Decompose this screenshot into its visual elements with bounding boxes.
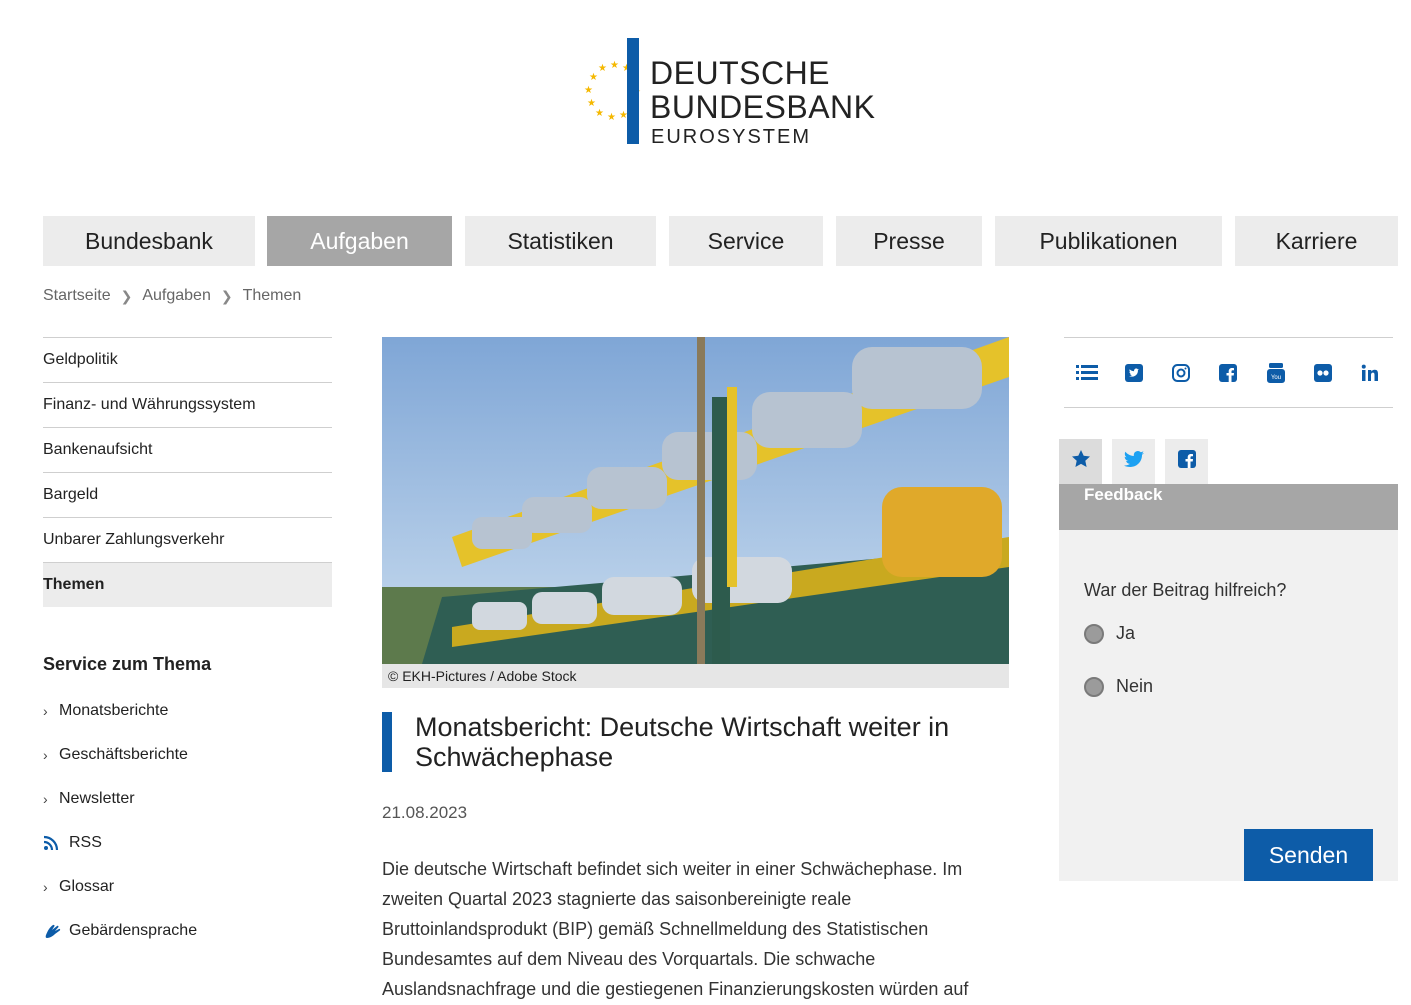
tab-twitter[interactable] (1112, 439, 1155, 484)
nav-item-aufgaben[interactable]: Aufgaben (267, 216, 452, 266)
chevron-right-icon: › (43, 879, 48, 895)
sidebar-item-finanz[interactable]: Finanz- und Währungssystem (43, 382, 332, 427)
chevron-right-icon: › (43, 747, 48, 763)
chevron-right-icon: › (43, 703, 48, 719)
chevron-right-icon: › (43, 791, 48, 807)
linkedin-icon[interactable] (1359, 362, 1381, 384)
service-item-newsletter[interactable]: › Newsletter (43, 777, 332, 821)
nav-item-presse[interactable]: Presse (836, 216, 982, 266)
logo-line3: EUROSYSTEM (651, 126, 812, 148)
image-credit: © EKH-Pictures / Adobe Stock (382, 664, 1009, 688)
breadcrumb-startseite[interactable]: Startseite (43, 287, 111, 305)
logo-line2: BUNDESBANK (650, 89, 876, 125)
nav-item-publikationen[interactable]: Publikationen (995, 216, 1222, 266)
radio-button[interactable] (1084, 676, 1104, 697)
svg-text:★: ★ (607, 112, 616, 123)
service-item-label: Monatsberichte (59, 702, 169, 719)
service-item-label: RSS (69, 834, 102, 851)
social-links: You (1064, 337, 1393, 408)
service-item-glossar[interactable]: › Glossar (43, 865, 332, 909)
article-date: 21.08.2023 (382, 803, 468, 822)
service-item-rss[interactable]: RSS (43, 821, 332, 865)
facebook-icon[interactable] (1217, 362, 1239, 384)
facebook-icon (1177, 450, 1196, 473)
star-icon (1071, 449, 1091, 474)
service-item-label: Gebärdensprache (69, 922, 198, 939)
radio-button[interactable] (1084, 623, 1104, 644)
article-hero-image (382, 337, 1009, 664)
breadcrumb: Startseite ❯ Aufgaben ❯ Themen (43, 287, 301, 305)
svg-text:★: ★ (598, 63, 607, 74)
sidebar-item-geldpolitik[interactable]: Geldpolitik (43, 337, 332, 382)
svg-text:★: ★ (610, 60, 619, 71)
radio-label: Nein (1116, 676, 1154, 696)
service-item-monatsberichte[interactable]: › Monatsberichte (43, 689, 332, 733)
service-section: Service zum Thema › Monatsberichte › Ges… (43, 654, 332, 953)
tab-facebook[interactable] (1165, 439, 1208, 484)
sidebar-item-bankenaufsicht[interactable]: Bankenaufsicht (43, 427, 332, 472)
nav-item-statistiken[interactable]: Statistiken (465, 216, 656, 266)
breadcrumb-aufgaben[interactable]: Aufgaben (142, 287, 211, 305)
youtube-icon[interactable]: You (1265, 362, 1287, 384)
sidebar-item-themen[interactable]: Themen (43, 562, 332, 607)
service-item-label: Glossar (59, 878, 115, 895)
list-icon[interactable] (1076, 362, 1098, 384)
service-item-label: Geschäftsberichte (59, 746, 188, 763)
bundesbank-logo[interactable]: ★ ★ ★ ★ ★ ★ ★ ★ ★ ★ ★ ★ DEUTSCHE BUNDESB… (578, 36, 875, 148)
nav-item-service[interactable]: Service (669, 216, 823, 266)
article-title: Monatsbericht: Deutsche Wirtschaft weite… (382, 712, 1012, 772)
twitter-icon[interactable] (1123, 362, 1145, 384)
flickr-icon[interactable] (1312, 362, 1334, 384)
feedback-panel: War der Beitrag hilfreich? Ja Nein Sende… (1059, 530, 1398, 881)
nav-item-bundesbank[interactable]: Bundesbank (43, 216, 255, 266)
svg-text:You: You (1271, 375, 1281, 381)
service-item-label: Newsletter (59, 790, 135, 807)
service-item-gebaerdensprache[interactable]: Gebärdensprache (43, 909, 332, 953)
sidebar-item-bargeld[interactable]: Bargeld (43, 472, 332, 517)
nav-item-karriere[interactable]: Karriere (1235, 216, 1398, 266)
chevron-right-icon: ❯ (120, 287, 133, 304)
logo-bar (627, 38, 639, 144)
article-body: Die deutsche Wirtschaft befindet sich we… (382, 859, 969, 999)
svg-text:★: ★ (595, 108, 604, 119)
sign-language-icon (43, 921, 69, 941)
tab-feedback[interactable] (1059, 439, 1102, 484)
svg-text:★: ★ (589, 72, 598, 83)
logo-line1: DEUTSCHE (650, 55, 831, 91)
instagram-icon[interactable] (1170, 362, 1192, 384)
sidebar-item-zahlungsverkehr[interactable]: Unbarer Zahlungsverkehr (43, 517, 332, 562)
sidebar-navigation: Geldpolitik Finanz- und Währungssystem B… (43, 337, 332, 607)
rss-icon (43, 835, 69, 851)
chevron-right-icon: ❯ (220, 287, 233, 304)
svg-text:★: ★ (584, 85, 593, 96)
service-item-geschaeftsberichte[interactable]: › Geschäftsberichte (43, 733, 332, 777)
radio-nein[interactable]: Nein (1084, 676, 1153, 697)
feedback-question: War der Beitrag hilfreich? (1084, 580, 1287, 600)
radio-ja[interactable]: Ja (1084, 623, 1135, 644)
service-heading: Service zum Thema (43, 654, 212, 674)
twitter-icon (1123, 451, 1144, 472)
radio-label: Ja (1116, 623, 1136, 643)
send-button[interactable]: Senden (1244, 829, 1373, 881)
breadcrumb-current: Themen (242, 287, 302, 304)
feedback-heading: Feedback (1059, 484, 1398, 530)
